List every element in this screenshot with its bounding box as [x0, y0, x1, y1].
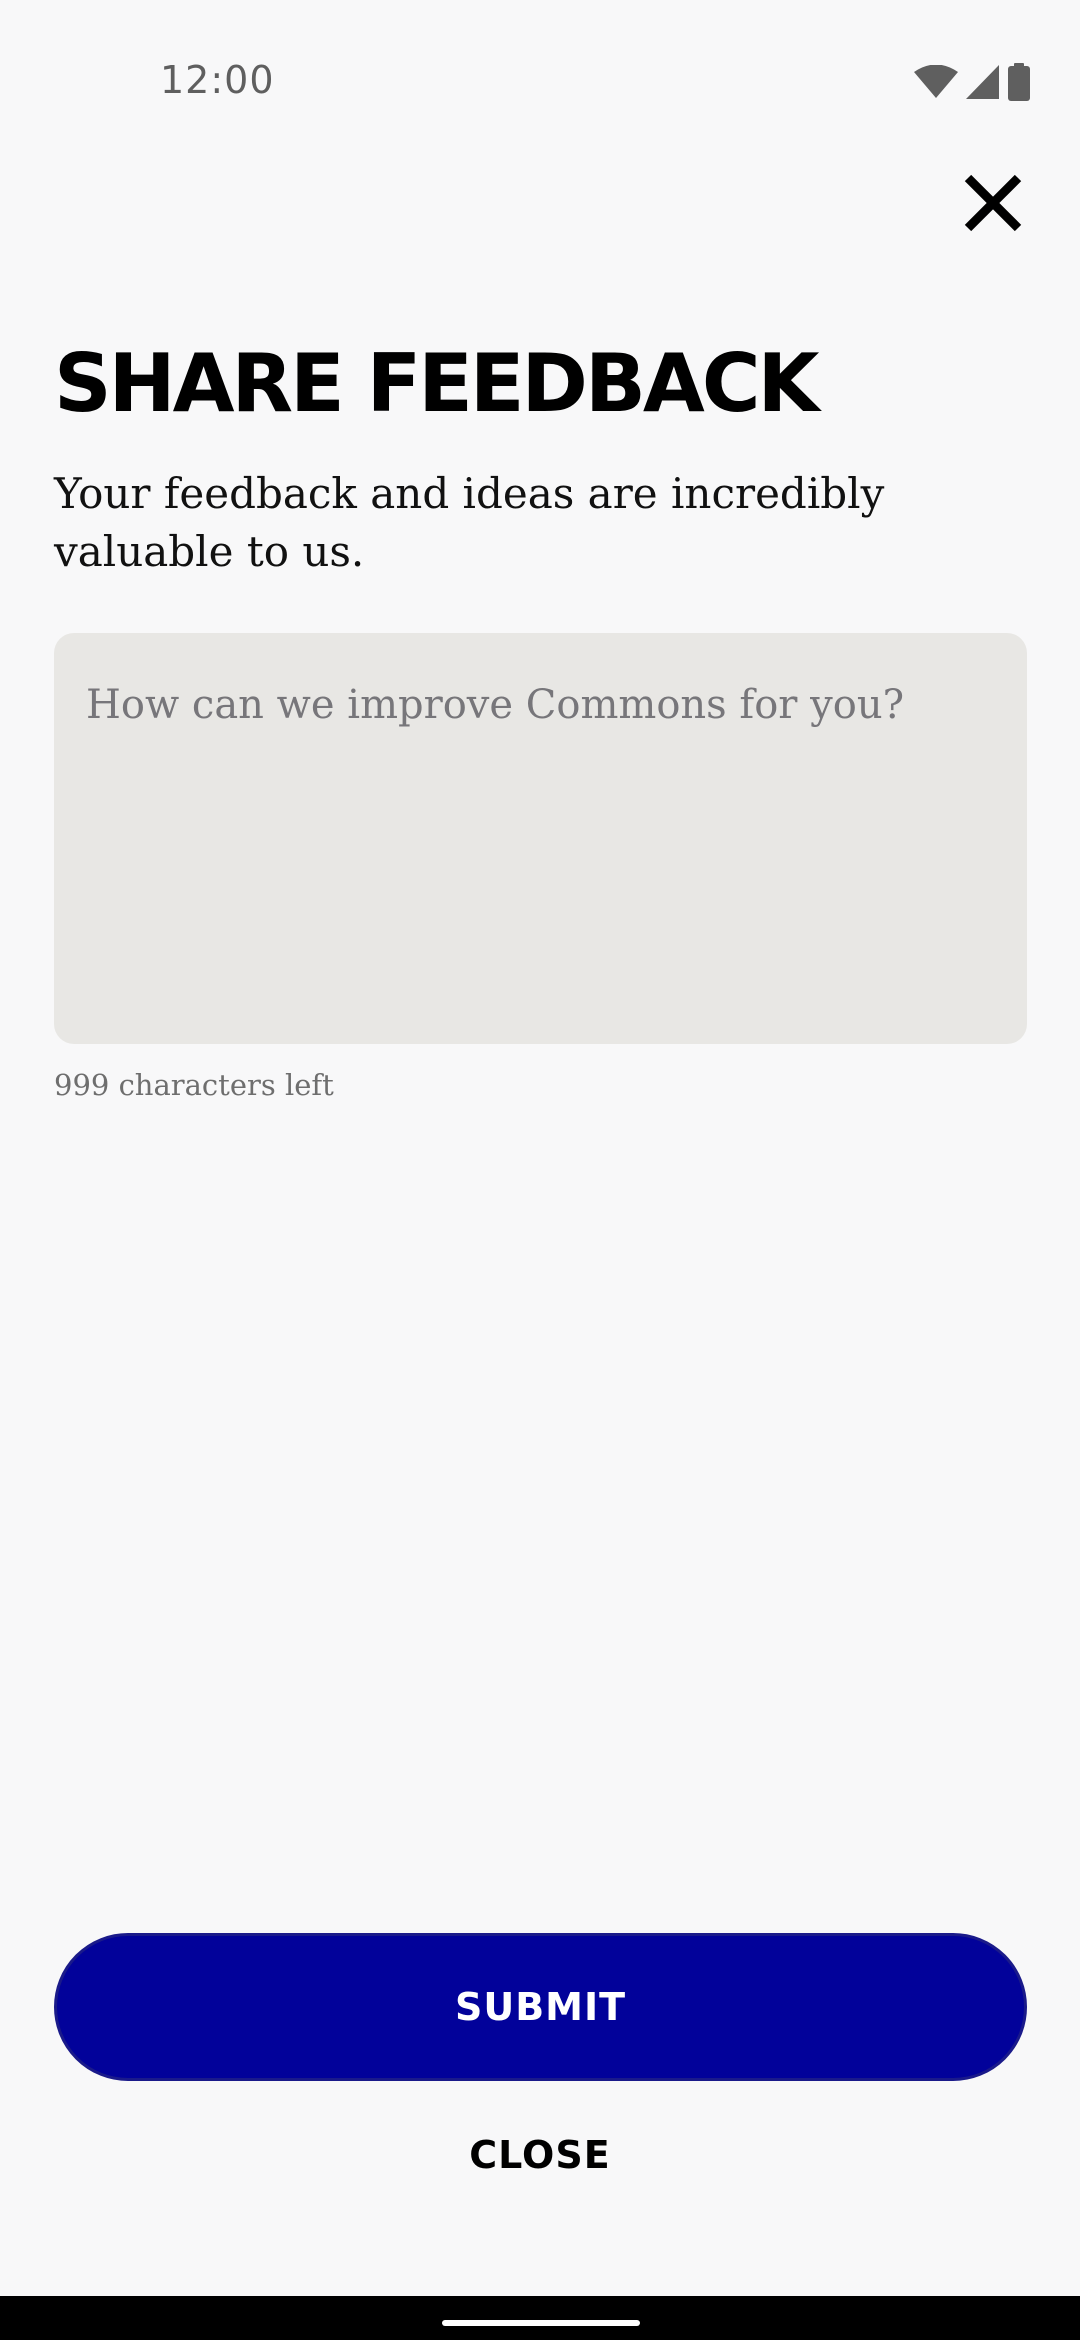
status-time: 12:00: [160, 58, 275, 102]
navigation-bar: [0, 2296, 1080, 2340]
battery-icon: [1008, 63, 1030, 101]
close-button[interactable]: CLOSE: [390, 2120, 690, 2190]
close-icon[interactable]: [955, 165, 1031, 241]
wifi-icon: [914, 65, 958, 99]
page-title: SHARE FEEDBACK: [54, 337, 820, 430]
status-icons: [914, 62, 1030, 102]
feedback-input[interactable]: [54, 633, 1027, 1044]
cell-signal-icon: [966, 65, 1000, 99]
subtitle: Your feedback and ideas are incredibly v…: [54, 469, 885, 576]
home-gesture-handle[interactable]: [442, 2320, 640, 2326]
feedback-input-container: [54, 633, 1027, 1044]
char-count: 999 characters left: [54, 1068, 334, 1102]
submit-button[interactable]: SUBMIT: [54, 1933, 1027, 2081]
status-bar: 12:00: [0, 0, 1080, 170]
